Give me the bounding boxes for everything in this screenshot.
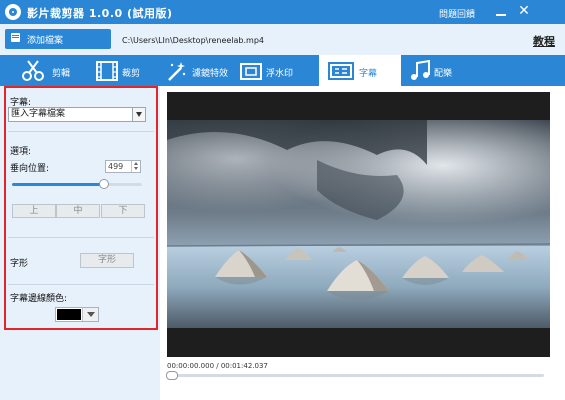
align-top-button[interactable]: 上: [12, 204, 56, 218]
slider-fill: [12, 183, 104, 186]
add-file-button[interactable]: 添加檔案: [5, 29, 111, 49]
font-label: 字形: [10, 259, 29, 269]
tab-music[interactable]: 配樂: [404, 55, 474, 86]
tab-watermark-label: 浮水印: [266, 69, 294, 79]
close-icon[interactable]: ✕: [517, 3, 531, 19]
divider: [8, 131, 154, 132]
timeline-slider[interactable]: [167, 374, 544, 377]
tab-subtitle-label: 字幕: [359, 69, 378, 79]
time-readout: 00:00:00.000 / 00:01:42.037: [167, 362, 268, 370]
tab-trim-label: 剪輯: [52, 69, 71, 79]
vertical-position-slider[interactable]: [12, 183, 142, 186]
color-swatch: [57, 309, 81, 320]
outline-color-label: 字幕邊線顏色:: [10, 294, 68, 304]
minimize-icon[interactable]: [494, 4, 508, 18]
tab-filters-label: 濾鏡特效: [192, 69, 229, 79]
tab-subtitle[interactable]: 字幕: [319, 55, 401, 86]
scissors-icon: [22, 60, 44, 81]
font-button[interactable]: 字形: [80, 253, 134, 268]
feature-tabs: 剪輯 裁剪 濾鏡特效 浮水印 字幕 配樂: [0, 55, 565, 86]
file-toolbar: 添加檔案 C:\Users\LIn\Desktop\reneelab.mp4 教…: [0, 24, 565, 55]
vertical-position-input[interactable]: 499: [105, 160, 141, 173]
spin-arrows-icon[interactable]: [131, 161, 140, 172]
magic-wand-icon: [168, 62, 186, 81]
subtitle-icon: [328, 62, 354, 80]
add-file-icon: [11, 33, 20, 42]
app-title: 影片裁剪器 1.0.0 (試用版): [27, 7, 173, 20]
chevron-down-icon: [82, 308, 98, 321]
tab-watermark[interactable]: 浮水印: [236, 55, 306, 86]
vertical-position-value: 499: [108, 162, 124, 171]
vertical-position-label: 垂向位置:: [10, 164, 50, 174]
film-crop-icon: [96, 61, 118, 81]
title-bar: 影片裁剪器 1.0.0 (試用版) 問題回饋 ✕: [0, 0, 565, 24]
tutorial-link[interactable]: 教程: [533, 33, 555, 49]
app-logo-icon: [5, 4, 21, 20]
music-note-icon: [411, 59, 430, 80]
tab-music-label: 配樂: [434, 69, 453, 79]
watermark-icon: [240, 63, 262, 80]
subtitle-file-select[interactable]: 匯入字幕檔案: [8, 107, 146, 122]
tab-crop-label: 裁剪: [122, 69, 141, 79]
tab-trim[interactable]: 剪輯: [12, 55, 90, 86]
video-frame-image: [167, 120, 550, 328]
align-middle-button[interactable]: 中: [56, 204, 100, 218]
feedback-link[interactable]: 問題回饋: [439, 7, 475, 20]
divider: [8, 284, 154, 285]
file-path: C:\Users\LIn\Desktop\reneelab.mp4: [122, 36, 264, 45]
tab-crop[interactable]: 裁剪: [90, 55, 160, 86]
chevron-down-icon: [132, 108, 145, 121]
subtitle-select-value: 匯入字幕檔案: [11, 109, 66, 119]
options-heading: 選項:: [10, 147, 32, 157]
outline-color-picker[interactable]: [55, 307, 99, 322]
divider: [8, 237, 154, 238]
align-bottom-button[interactable]: 下: [101, 204, 145, 218]
timeline-thumb[interactable]: [166, 371, 178, 380]
tab-filters[interactable]: 濾鏡特效: [160, 55, 236, 86]
slider-thumb[interactable]: [99, 179, 109, 189]
